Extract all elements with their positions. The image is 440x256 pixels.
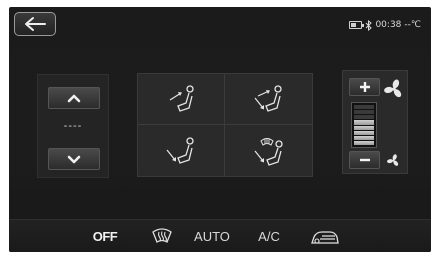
bottom-control-bar: OFF AUTO A/C — [9, 219, 431, 252]
auto-button[interactable]: AUTO — [189, 220, 235, 252]
fan-level-segment — [354, 115, 374, 120]
fan-decrease-button[interactable] — [349, 151, 380, 169]
fan-high-icon — [384, 79, 402, 98]
airflow-mode-face[interactable] — [138, 74, 225, 125]
feet-defrost-airflow-icon — [254, 137, 283, 166]
front-defrost-icon — [152, 228, 172, 243]
fan-level-segment — [354, 105, 374, 110]
fan-level-segment — [354, 110, 374, 115]
ac-button[interactable]: A/C — [252, 220, 286, 252]
arrow-left-icon — [25, 17, 46, 31]
outside-temperature-text: --℃ — [404, 20, 421, 30]
fan-level-segment — [354, 140, 374, 145]
temperature-control: ---- — [37, 74, 109, 178]
airflow-mode-grid — [137, 73, 313, 177]
fan-level-segment — [354, 130, 374, 135]
temperature-down-button[interactable] — [48, 148, 100, 170]
fan-speed-control — [342, 70, 408, 174]
chevron-down-icon — [67, 155, 81, 163]
plus-icon — [359, 82, 370, 92]
fan-increase-button[interactable] — [349, 78, 380, 96]
back-button[interactable] — [14, 12, 56, 36]
fan-low-icon — [387, 154, 399, 166]
front-defrost-button[interactable] — [147, 220, 177, 252]
minus-icon — [359, 158, 370, 162]
battery-icon — [349, 21, 365, 29]
fan-level-bar — [351, 102, 377, 148]
face-feet-airflow-icon — [254, 85, 282, 112]
face-airflow-icon — [169, 85, 194, 112]
screen: 00:38 --℃ ---- OFF AUTO A/C — [0, 0, 440, 256]
off-button[interactable]: OFF — [85, 220, 125, 252]
climate-control-panel: 00:38 --℃ ---- OFF AUTO A/C — [9, 7, 431, 252]
airflow-mode-face-feet[interactable] — [225, 74, 312, 125]
airflow-mode-feet-defrost[interactable] — [225, 125, 312, 176]
clock-text: 00:38 — [375, 20, 402, 30]
bluetooth-icon — [366, 19, 373, 31]
fan-level-segment — [354, 135, 374, 140]
fan-level-segment — [354, 125, 374, 130]
status-bar: 00:38 --℃ — [349, 18, 421, 32]
fan-level-segment — [354, 120, 374, 125]
chevron-up-icon — [67, 94, 81, 102]
temperature-value: ---- — [63, 120, 83, 132]
air-recirculation-icon — [311, 231, 339, 244]
temperature-up-button[interactable] — [48, 87, 100, 109]
air-recirculation-button[interactable] — [307, 220, 343, 252]
airflow-mode-feet[interactable] — [138, 125, 225, 176]
feet-airflow-icon — [166, 136, 194, 164]
